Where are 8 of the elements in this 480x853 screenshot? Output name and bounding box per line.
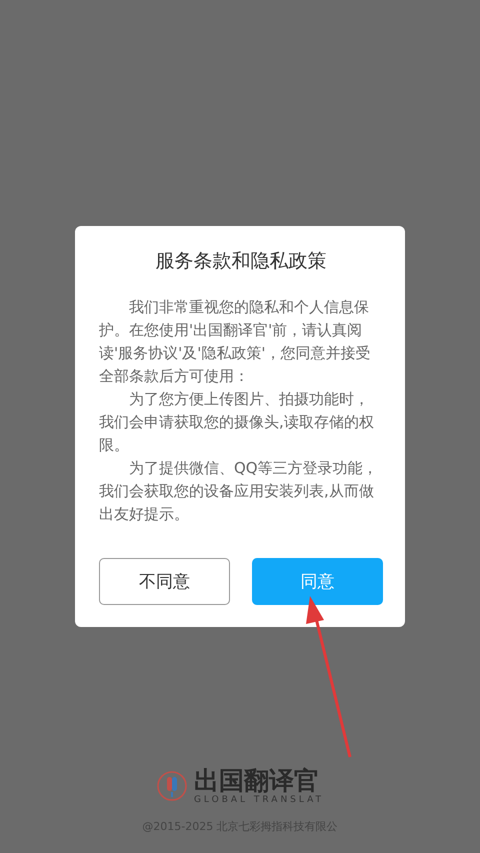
dialog-title: 服务条款和隐私政策 — [154, 249, 328, 274]
microphone-logo-icon — [156, 770, 188, 802]
policy-paragraph: 为了您方便上传图片、拍摄功能时，我们会申请获取您的摄像头,读取存储的权限。 — [99, 389, 375, 456]
disagree-button[interactable]: 不同意 — [99, 558, 230, 605]
brand-tagline: GLOBAL TRANSLAT — [194, 795, 324, 805]
policy-paragraph: 为了提供微信、QQ等三方登录功能，我们会获取您的设备应用安装列表,从而做出友好提示。 — [99, 458, 379, 525]
policy-paragraph: 我们非常重视您的隐私和个人信息保护。在您使用'出国翻译官'前，请认真阅读'服务协议'及'隐私政策'，您同意并接受全部条款后方可使用： — [99, 297, 372, 387]
brand-name: 出国翻译官 — [194, 767, 320, 795]
